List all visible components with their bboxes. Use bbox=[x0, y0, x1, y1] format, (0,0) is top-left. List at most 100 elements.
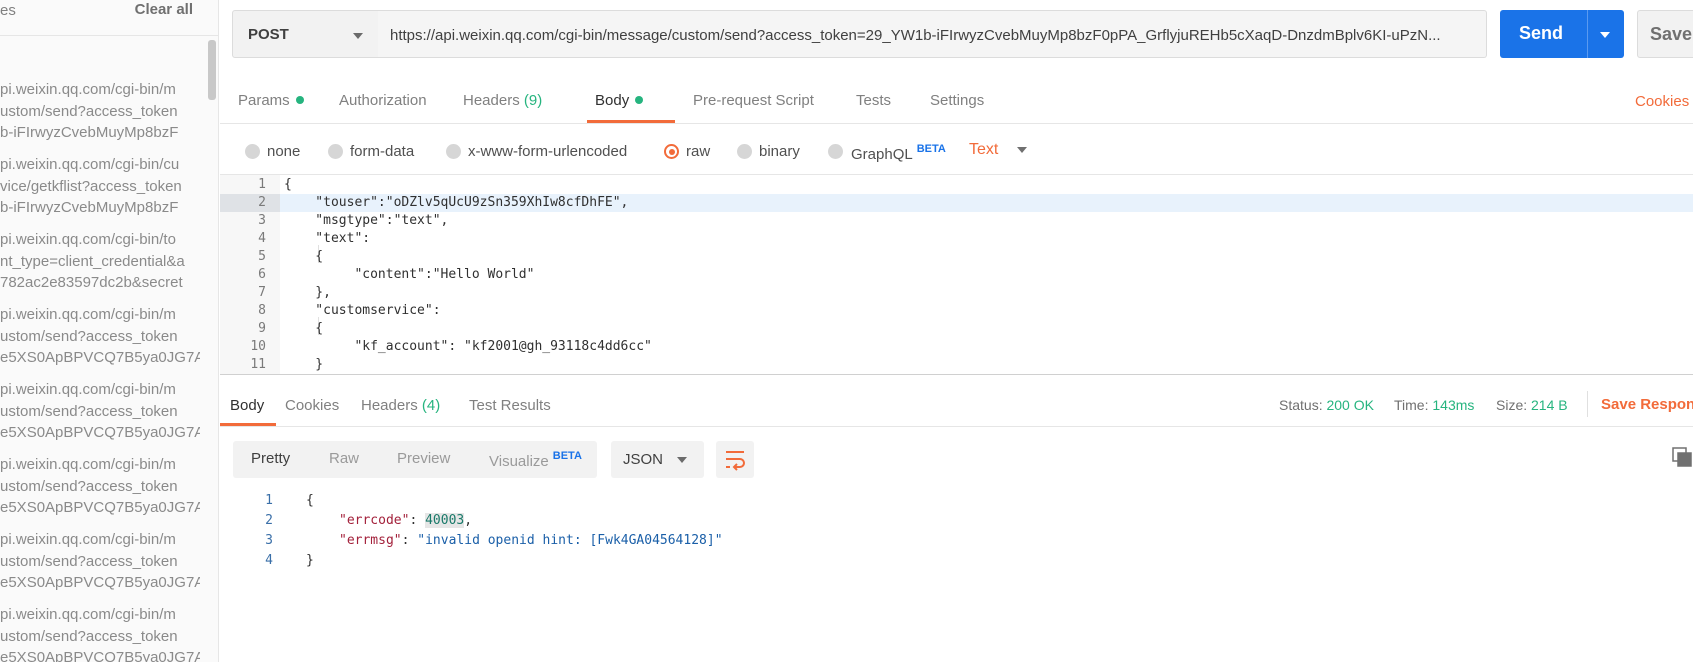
clear-all-button[interactable]: Clear all bbox=[135, 1, 193, 18]
line-number: 3 bbox=[265, 533, 273, 548]
wrap-lines-button[interactable] bbox=[716, 441, 754, 478]
view-pretty-button[interactable]: Pretty bbox=[251, 450, 290, 467]
history-item[interactable]: pi.weixin.qq.com/cgi-bin/m ustom/send?ac… bbox=[0, 379, 200, 444]
view-visualize-button[interactable]: Visualize BETA bbox=[489, 450, 582, 470]
code-text: "msgtype":"text", bbox=[284, 213, 449, 228]
time-value: 143ms bbox=[1432, 397, 1475, 413]
tab-pre-request-script[interactable]: Pre-request Script bbox=[693, 92, 814, 109]
cookies-link[interactable]: Cookies bbox=[1635, 93, 1689, 110]
response-headers-count: (4) bbox=[421, 397, 441, 414]
tab-authorization[interactable]: Authorization bbox=[339, 92, 427, 109]
code-text: "touser":"oDZlv5qUcU9zSn359XhIw8cfDhFE", bbox=[284, 195, 629, 210]
sidebar-scrollbar[interactable] bbox=[207, 36, 218, 662]
response-format-dropdown[interactable]: JSON bbox=[611, 441, 704, 478]
status-readout: Status: 200 OK bbox=[1279, 397, 1374, 413]
indicator-dot-icon bbox=[635, 96, 644, 104]
history-item-line: ustom/send?access_token bbox=[0, 327, 178, 345]
code-text: "errcode": 40003, bbox=[339, 511, 472, 531]
tab-body-label: Body bbox=[595, 92, 630, 109]
copy-button[interactable] bbox=[1672, 447, 1693, 468]
code-text: "text": bbox=[284, 231, 371, 246]
tab-body[interactable]: Body bbox=[595, 92, 644, 109]
view-preview-button[interactable]: Preview bbox=[397, 450, 450, 467]
url-input[interactable] bbox=[390, 23, 1480, 47]
code-line-active: 2 "touser":"oDZlv5qUcU9zSn359XhIw8cfDhFE… bbox=[220, 194, 1693, 212]
radio-graphql[interactable] bbox=[828, 144, 843, 159]
radio-urlencoded-label[interactable]: x-www-form-urlencoded bbox=[468, 143, 627, 160]
history-item[interactable]: pi.weixin.qq.com/cgi-bin/m ustom/send?ac… bbox=[0, 454, 200, 519]
history-item-line: ustom/send?access_token bbox=[0, 477, 178, 495]
line-number: 8 bbox=[258, 303, 266, 318]
raw-format-dropdown[interactable]: Text bbox=[969, 141, 998, 159]
tab-response-headers[interactable]: Headers (4) bbox=[361, 397, 440, 414]
radio-urlencoded[interactable] bbox=[446, 144, 461, 159]
headers-count: (9) bbox=[523, 92, 543, 109]
line-number: 4 bbox=[258, 231, 266, 246]
history-item-line: pi.weixin.qq.com/cgi-bin/m bbox=[0, 81, 176, 98]
tab-settings[interactable]: Settings bbox=[930, 92, 984, 109]
sidebar-header-label: es bbox=[0, 2, 16, 19]
history-item[interactable]: pi.weixin.qq.com/cgi-bin/m ustom/send?ac… bbox=[0, 529, 200, 594]
history-item[interactable]: pi.weixin.qq.com/cgi-bin/cu vice/getkfli… bbox=[0, 154, 200, 219]
size-value: 214 B bbox=[1531, 397, 1568, 413]
chevron-down-icon[interactable] bbox=[1600, 32, 1610, 38]
line-number: 5 bbox=[258, 249, 266, 264]
code-line: 4 "text": bbox=[220, 230, 1693, 248]
save-response-button[interactable]: Save Response bbox=[1601, 396, 1693, 413]
view-raw-button[interactable]: Raw bbox=[329, 450, 359, 467]
save-button[interactable]: Save bbox=[1637, 10, 1693, 58]
json-key: "errcode" bbox=[339, 513, 410, 528]
history-item[interactable]: pi.weixin.qq.com/cgi-bin/m ustom/send?ac… bbox=[0, 79, 200, 144]
radio-none-label[interactable]: none bbox=[267, 143, 300, 160]
radio-binary-label[interactable]: binary bbox=[759, 143, 800, 160]
save-button-label: Save bbox=[1650, 24, 1693, 44]
radio-form-data[interactable] bbox=[328, 144, 343, 159]
tab-test-results[interactable]: Test Results bbox=[469, 397, 551, 414]
code-text: "content":"Hello World" bbox=[284, 267, 535, 282]
wrap-lines-icon bbox=[726, 451, 745, 471]
request-body-editor[interactable]: 1{ 2 "touser":"oDZlv5qUcU9zSn359XhIw8cfD… bbox=[220, 174, 1693, 374]
method-select[interactable]: POST bbox=[232, 10, 379, 58]
send-button[interactable]: Send bbox=[1500, 10, 1624, 58]
line-number: 11 bbox=[250, 357, 266, 372]
history-item-line: pi.weixin.qq.com/cgi-bin/m bbox=[0, 531, 176, 548]
tab-response-body[interactable]: Body bbox=[230, 397, 264, 414]
url-field[interactable] bbox=[378, 10, 1487, 58]
history-item[interactable]: pi.weixin.qq.com/cgi-bin/m ustom/send?ac… bbox=[0, 304, 200, 369]
active-tab-underline bbox=[587, 120, 675, 123]
tab-headers[interactable]: Headers (9) bbox=[463, 92, 542, 109]
copy-icon bbox=[1672, 447, 1692, 467]
code-line: 7 }, bbox=[220, 284, 1693, 302]
tab-response-cookies[interactable]: Cookies bbox=[285, 397, 339, 414]
radio-none[interactable] bbox=[245, 144, 260, 159]
line-number: 7 bbox=[258, 285, 266, 300]
tab-tests[interactable]: Tests bbox=[856, 92, 891, 109]
chevron-down-icon bbox=[677, 457, 687, 463]
method-label: POST bbox=[248, 26, 289, 43]
history-sidebar: es Clear all pi.weixin.qq.com/cgi-bin/m … bbox=[0, 0, 219, 662]
radio-form-data-label[interactable]: form-data bbox=[350, 143, 414, 160]
history-item-line: pi.weixin.qq.com/cgi-bin/m bbox=[0, 606, 176, 623]
size-readout: Size: 214 B bbox=[1496, 397, 1568, 413]
chevron-down-icon[interactable] bbox=[1017, 147, 1027, 153]
code-text: "errmsg": "invalid openid hint: [Fwk4GA0… bbox=[339, 531, 723, 551]
json-separator: : bbox=[409, 513, 426, 528]
radio-raw[interactable] bbox=[664, 144, 679, 159]
history-item-line: ustom/send?access_token bbox=[0, 552, 178, 570]
history-item-line: b-iFIrwyzCvebMuyMp8bzF bbox=[0, 199, 179, 216]
divider bbox=[1587, 391, 1588, 417]
history-item[interactable]: pi.weixin.qq.com/cgi-bin/to nt_type=clie… bbox=[0, 229, 200, 294]
status-value: 200 OK bbox=[1326, 397, 1374, 413]
status-label: Status: bbox=[1279, 397, 1323, 413]
history-item[interactable]: pi.weixin.qq.com/cgi-bin/m ustom/send?ac… bbox=[0, 604, 200, 662]
tab-params[interactable]: Params bbox=[238, 92, 304, 109]
radio-graphql-label[interactable]: GraphQL BETA bbox=[851, 143, 946, 163]
radio-binary[interactable] bbox=[737, 144, 752, 159]
radio-raw-label[interactable]: raw bbox=[686, 143, 710, 160]
history-item-line: ustom/send?access_token bbox=[0, 102, 178, 120]
history-item-line: pi.weixin.qq.com/cgi-bin/m bbox=[0, 456, 176, 473]
beta-badge: BETA bbox=[552, 450, 582, 462]
code-text: { bbox=[284, 321, 324, 336]
sidebar-scrollbar-thumb[interactable] bbox=[208, 40, 216, 100]
history-item-line: pi.weixin.qq.com/cgi-bin/m bbox=[0, 306, 176, 323]
